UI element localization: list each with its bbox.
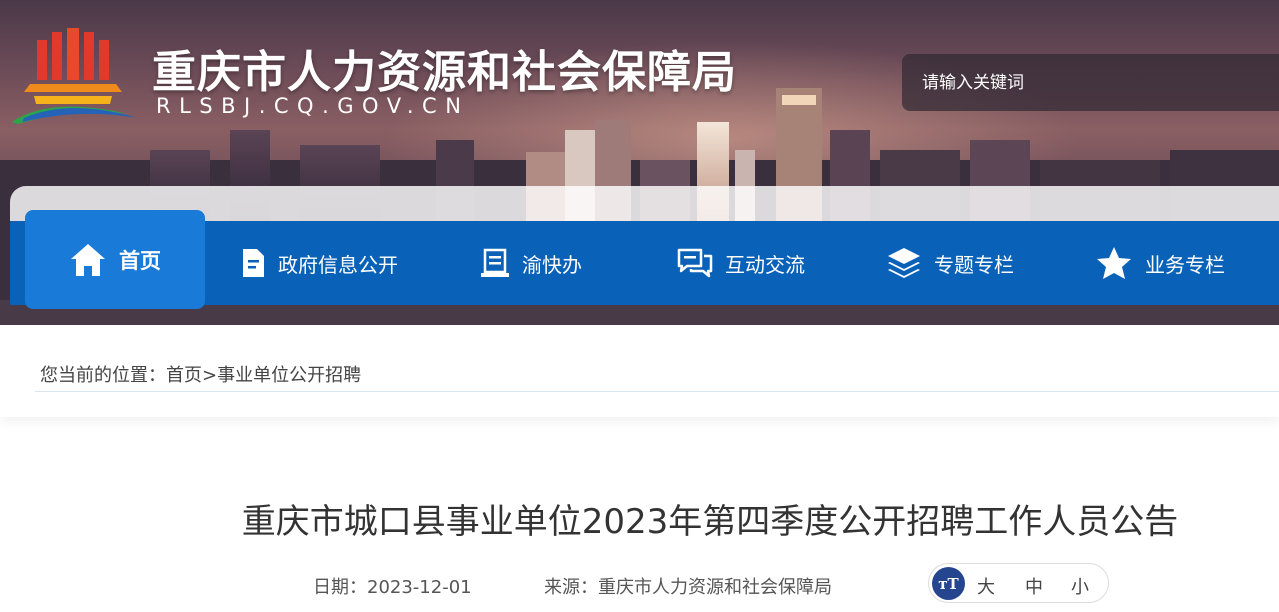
site-domain: RLSBJ.CQ.GOV.CN (156, 94, 470, 118)
star-icon (1097, 247, 1131, 279)
article-source: 来源：重庆市人力资源和社会保障局 (544, 573, 832, 599)
font-size-switcher: тT 大 中 小 (928, 563, 1109, 603)
site-name: 重庆市人力资源和社会保障局 (152, 47, 737, 98)
breadcrumb-bar: 您当前的位置：首页>事业单位公开招聘 (0, 325, 1279, 417)
breadcrumb-separator: > (202, 365, 218, 386)
nav-item-yukuaiban[interactable]: 渝快办 (480, 221, 582, 305)
search-input[interactable] (922, 68, 1252, 98)
breadcrumb: 您当前的位置：首页>事业单位公开招聘 (40, 361, 361, 387)
font-medium-button[interactable]: 中 (1025, 573, 1043, 599)
header-banner: 重庆市人力资源和社会保障局 RLSBJ.CQ.GOV.CN 首页 政府信息公开 (0, 0, 1279, 325)
font-size-icon: тT (932, 567, 965, 600)
nav-item-interaction[interactable]: 互动交流 (677, 221, 805, 305)
article-title: 重庆市城口县事业单位2023年第四季度公开招聘工作人员公告 (241, 502, 1179, 542)
breadcrumb-prefix: 您当前的位置： (40, 365, 166, 386)
clipboard-icon (481, 248, 509, 277)
bureau-logo (12, 28, 138, 124)
nav-item-topics[interactable]: 专题专栏 (886, 221, 1014, 305)
chat-icon (677, 248, 713, 278)
nav-label-yukuaiban: 渝快办 (522, 252, 582, 277)
nav-label-interaction: 互动交流 (725, 252, 805, 277)
nav-label-home: 首页 (119, 248, 161, 273)
nav-item-home[interactable]: 首页 (25, 210, 205, 309)
breadcrumb-current-link[interactable]: 事业单位公开招聘 (217, 365, 361, 386)
nav-item-business[interactable]: 业务专栏 (1095, 221, 1225, 305)
breadcrumb-home-link[interactable]: 首页 (166, 365, 202, 386)
search-box (902, 54, 1279, 111)
nav-label-topics: 专题专栏 (934, 252, 1014, 277)
document-icon (243, 249, 264, 277)
nav-label-gov-info: 政府信息公开 (278, 252, 398, 277)
source-label: 来源： (544, 577, 598, 598)
date-label: 日期： (313, 577, 367, 598)
source-value: 重庆市人力资源和社会保障局 (598, 577, 832, 598)
home-icon (71, 243, 105, 276)
date-value: 2023-12-01 (367, 577, 472, 598)
layers-icon (888, 248, 920, 278)
main-nav: 首页 政府信息公开 渝快办 互动交流 专题专栏 业务专栏 (10, 210, 1279, 309)
nav-label-business: 业务专栏 (1145, 252, 1225, 277)
article-date: 日期：2023-12-01 (313, 573, 472, 599)
breadcrumb-divider (35, 391, 1279, 392)
font-small-button[interactable]: 小 (1071, 573, 1089, 599)
font-large-button[interactable]: 大 (977, 573, 995, 599)
nav-item-gov-info[interactable]: 政府信息公开 (240, 221, 398, 305)
